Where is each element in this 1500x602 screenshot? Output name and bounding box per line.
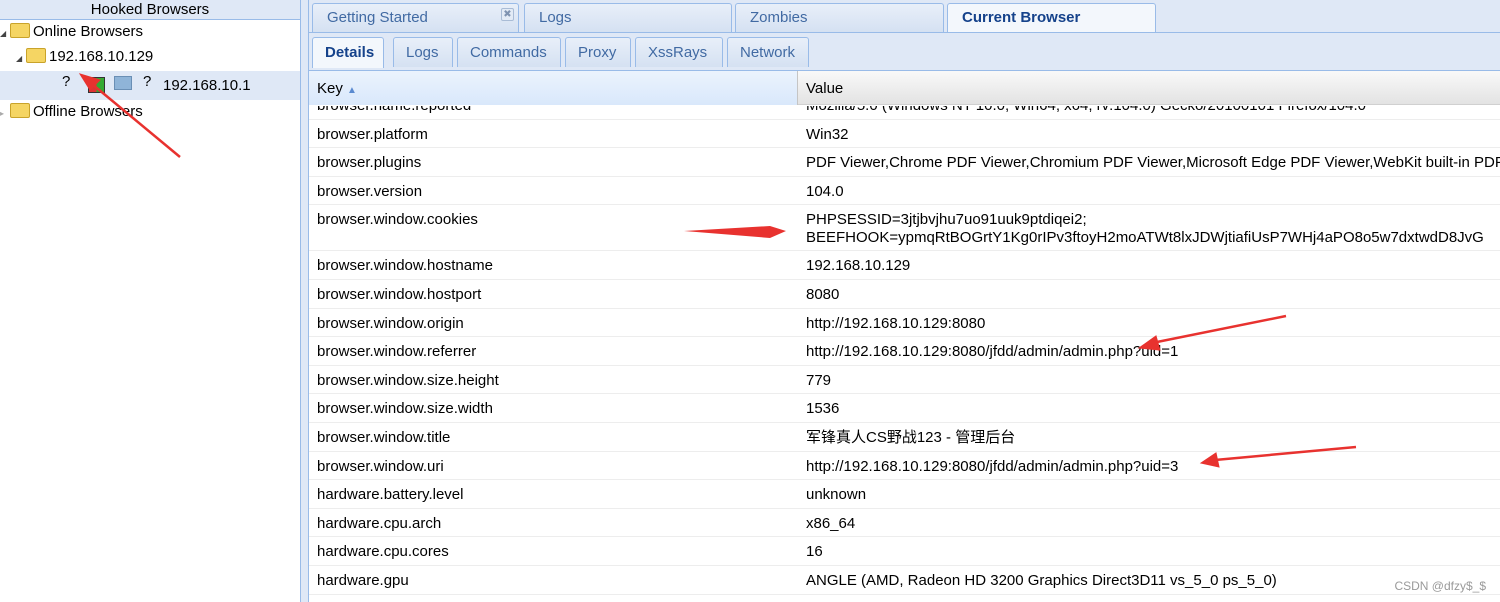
key-cell: browser.window.uri <box>317 457 444 475</box>
value-cell: 192.168.10.129 <box>806 257 911 275</box>
folder-icon <box>10 103 30 118</box>
sort-asc-icon: ▲ <box>347 85 357 96</box>
computer-icon <box>114 76 132 90</box>
subtab-logs[interactable]: Logs <box>393 37 453 67</box>
subtab-network[interactable]: Network <box>727 37 809 67</box>
value-cell: Win32 <box>806 125 849 143</box>
column-header-key[interactable]: Key ▲ <box>309 71 798 105</box>
key-cell: browser.platform <box>317 125 428 143</box>
value-cell: unknown <box>806 486 867 504</box>
browser-ip: 192.168.10.1 <box>163 77 251 94</box>
windows-icon <box>88 77 105 93</box>
header-label: Key <box>317 80 343 97</box>
subtab-proxy[interactable]: Proxy <box>565 37 631 67</box>
table-row[interactable]: browser.window.hostport 8080 <box>309 280 1500 309</box>
tree-offline-browsers[interactable]: ▸ Offline Browsers <box>0 98 143 126</box>
tree-label: Online Browsers <box>33 23 144 40</box>
key-cell: browser.window.size.height <box>317 371 499 389</box>
table-row[interactable]: browser.window.hostname 192.168.10.129 <box>309 251 1500 280</box>
folder-icon <box>10 23 30 38</box>
tree-label: 192.168.10.129 <box>49 48 154 65</box>
table-row[interactable]: hardware.battery.level unknown <box>309 480 1500 509</box>
value-cell: 8080 <box>806 285 840 303</box>
table-row[interactable]: browser.plugins PDF Viewer,Chrome PDF Vie… <box>309 148 1500 177</box>
tree-host[interactable]: ◢ 192.168.10.129 <box>16 43 153 71</box>
value-cell: PDF Viewer,Chrome PDF Viewer,Chromium PD… <box>806 154 1500 172</box>
value-cell: PHPSESSID=3jtjbvjhu7uo91uuk9ptdiqei2; BE… <box>806 211 1484 247</box>
table-row[interactable]: browser.window.cookies PHPSESSID=3jtjbvjh… <box>309 205 1500 252</box>
hooked-browsers-panel: Hooked Browsers ◢ Online Browsers ◢ 192.16… <box>0 0 301 602</box>
tree-browser-item[interactable]: ? ? 192.168.10.1 <box>0 71 300 100</box>
key-cell: browser.plugins <box>317 154 422 172</box>
table-row[interactable] <box>309 595 1500 602</box>
table-row[interactable]: hardware.cpu.cores 16 <box>309 537 1500 566</box>
table-row[interactable]: browser.version 104.0 <box>309 177 1500 206</box>
tab-zombies[interactable]: Zombies <box>735 3 944 32</box>
table-row[interactable]: browser.window.title 军锋真人CS野战123 - 管理后台 <box>309 423 1500 452</box>
value-cell: 779 <box>806 371 832 389</box>
value-cell: 104.0 <box>806 182 844 200</box>
tree-label: Offline Browsers <box>33 103 143 120</box>
key-cell: hardware.gpu <box>317 571 409 589</box>
key-cell: hardware.cpu.arch <box>317 514 442 532</box>
value-cell: http://192.168.10.129:8080 <box>806 314 986 332</box>
table-row[interactable]: browser.window.referrer http://192.168.10… <box>309 337 1500 366</box>
table-row[interactable]: hardware.gpu ANGLE (AMD, Radeon HD 3200 G… <box>309 566 1500 595</box>
close-icon[interactable]: ✖ <box>501 8 514 21</box>
details-grid: Key ▲ Value browser.name.reportedMozilla… <box>309 70 1500 602</box>
key-cell: browser.window.hostname <box>317 257 493 275</box>
table-row[interactable]: browser.window.uri http://192.168.10.129:… <box>309 452 1500 481</box>
tab-current-browser[interactable]: Current Browser <box>947 3 1156 33</box>
watermark: CSDN @dfzy$_$ <box>1394 579 1486 593</box>
table-row[interactable]: browser.window.size.width 1536 <box>309 394 1500 423</box>
folder-icon <box>26 48 46 63</box>
splitter[interactable] <box>301 0 309 602</box>
value-cell: http://192.168.10.129:8080/jfdd/admin/ad… <box>806 457 1179 475</box>
value-cell <box>798 595 1500 602</box>
table-row[interactable]: hardware.cpu.arch x86_64 <box>309 509 1500 538</box>
key-cell: hardware.battery.level <box>317 486 464 504</box>
value-cell: Mozilla/5.0 (Windows NT 10.0; Win64; x64… <box>798 106 1500 119</box>
key-cell: browser.window.size.width <box>317 400 493 418</box>
key-cell: hardware.cpu.cores <box>317 543 449 561</box>
key-cell: browser.version <box>317 182 423 200</box>
value-cell: http://192.168.10.129:8080/jfdd/admin/ad… <box>806 343 1179 361</box>
table-row[interactable]: browser.platform Win32 <box>309 120 1500 149</box>
subtab-xssrays[interactable]: XssRays <box>635 37 723 67</box>
key-cell: browser.window.title <box>317 428 451 446</box>
panel-title: Hooked Browsers <box>0 0 300 20</box>
value-cell: x86_64 <box>806 514 856 532</box>
unknown-icon: ? <box>62 73 71 90</box>
main-panel: Getting Started ✖ Logs Zombies Current Br… <box>309 0 1500 602</box>
key-cell: browser.window.origin <box>317 314 464 332</box>
subtab-commands[interactable]: Commands <box>457 37 561 67</box>
key-cell: browser.name.reported <box>309 106 798 119</box>
value-cell: 军锋真人CS野战123 - 管理后台 <box>806 428 1016 446</box>
value-cell: 1536 <box>806 400 840 418</box>
table-row[interactable]: browser.window.origin http://192.168.10.1… <box>309 309 1500 338</box>
tab-label: Getting Started <box>327 9 428 26</box>
key-cell <box>309 595 798 602</box>
value-cell: 16 <box>806 543 823 561</box>
subtab-details[interactable]: Details <box>312 37 384 68</box>
expand-icon[interactable]: ▸ <box>0 100 10 128</box>
expand-icon[interactable]: ◢ <box>0 20 10 48</box>
key-cell: browser.window.cookies <box>317 211 478 229</box>
column-header-value[interactable]: Value <box>798 71 1500 105</box>
tab-getting-started[interactable]: Getting Started ✖ <box>312 3 519 32</box>
key-cell: browser.window.hostport <box>317 285 482 303</box>
table-row[interactable]: browser.window.size.height 779 <box>309 366 1500 395</box>
table-row[interactable]: browser.name.reportedMozilla/5.0 (Window… <box>309 106 1500 120</box>
tree-online-browsers[interactable]: ◢ Online Browsers <box>0 18 143 46</box>
expand-icon[interactable]: ◢ <box>16 45 26 73</box>
tab-logs[interactable]: Logs <box>524 3 732 32</box>
key-cell: browser.window.referrer <box>317 343 477 361</box>
unknown-icon: ? <box>143 73 152 90</box>
